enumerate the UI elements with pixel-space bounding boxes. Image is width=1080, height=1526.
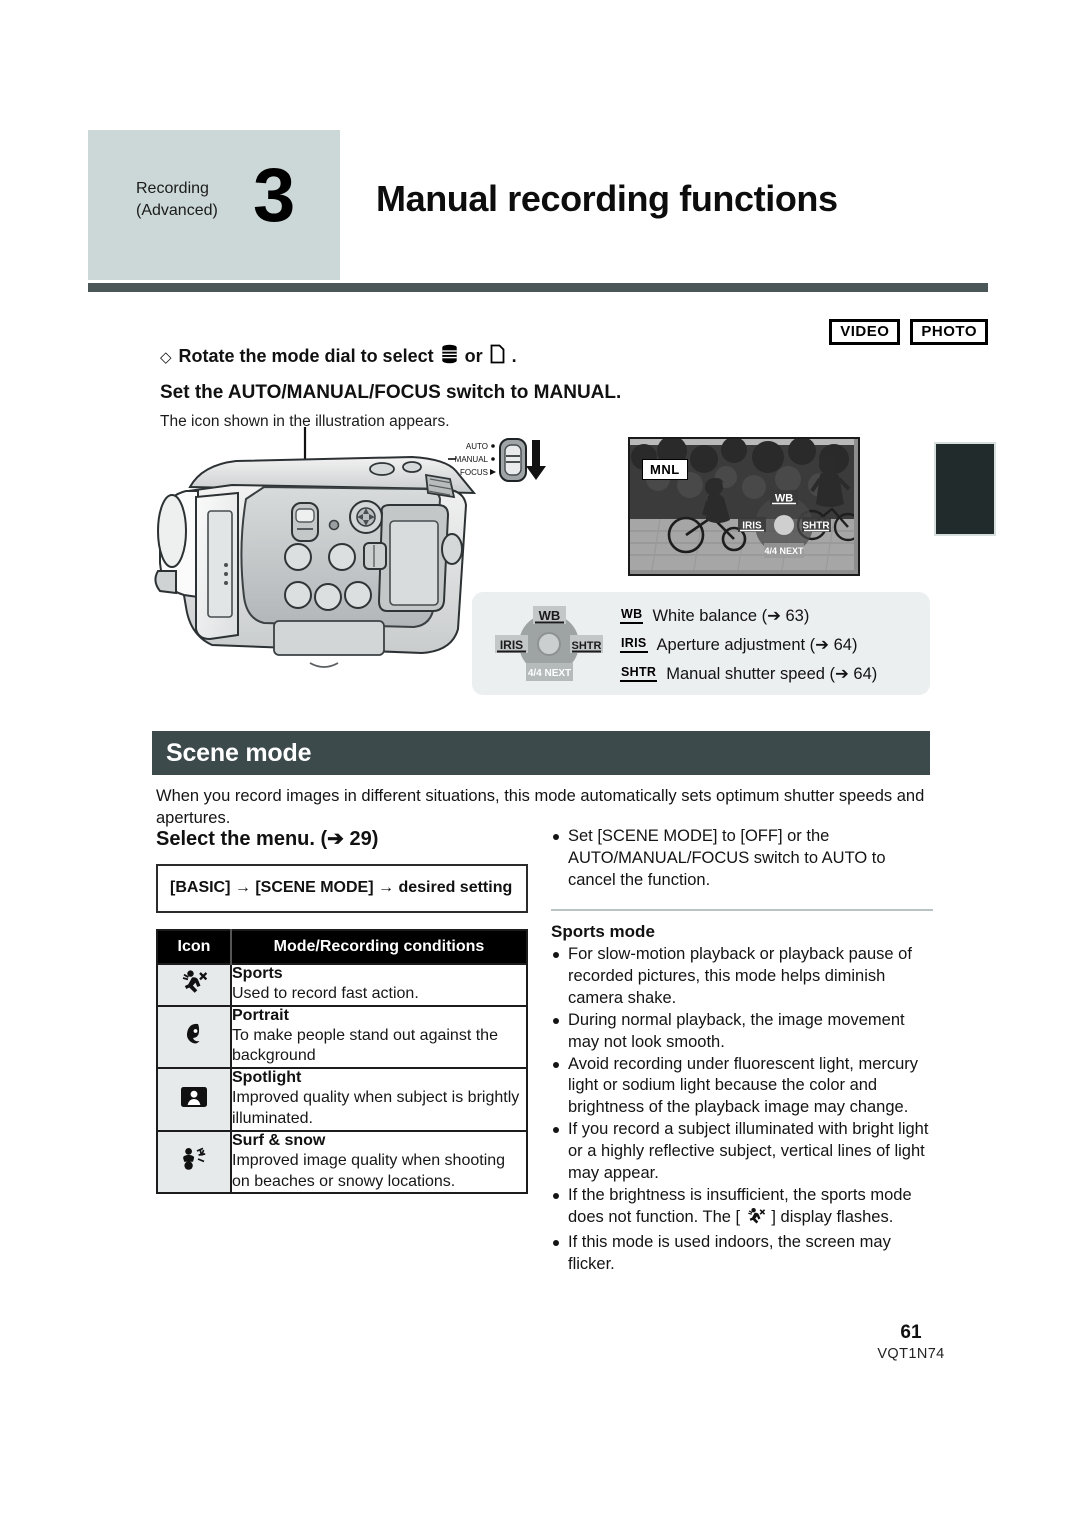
scene-icon-cell <box>157 1067 232 1131</box>
table-row: Spotlight Improved quality when subject … <box>157 1067 527 1131</box>
mode-badges: VIDEO PHOTO <box>829 319 988 346</box>
sports-mode-heading: Sports mode <box>551 921 655 941</box>
menu-path-box: [BASIC] → [SCENE MODE] → desired setting <box>156 864 528 913</box>
legend-pad-right-label: SHTR <box>572 640 602 652</box>
legend-item-aperture: IRIS Aperture adjustment (➔ 64) <box>620 631 877 659</box>
header-divider <box>88 283 988 292</box>
table-row: Portrait To make people stand out agains… <box>157 1004 527 1069</box>
switch-label-manual: MANUAL <box>455 455 489 464</box>
scene-mode-heading: Scene mode <box>166 739 312 767</box>
list-item-brightness: If the brightness is insufficient, the s… <box>551 1185 933 1232</box>
list-item: Set [SCENE MODE] to [OFF] or the AUTO/MA… <box>551 826 933 892</box>
rotate-dial-or: or <box>464 346 483 366</box>
rotate-dial-suffix: . <box>511 346 517 366</box>
diamond-bullet-icon: ◇ <box>160 348 172 366</box>
scene-body-cell: Surf & snow Improved image quality when … <box>231 1129 527 1194</box>
surf-snow-icon <box>183 1147 206 1170</box>
rotate-dial-line: ◇ Rotate the mode dial to select or . <box>160 344 930 369</box>
left-column: Select the menu. (➔ 29) [BASIC] → [SCENE… <box>156 826 528 1195</box>
manual-page: Recording (Advanced) 3 Manual recording … <box>0 0 1080 1526</box>
chapter-number: 3 <box>253 153 296 238</box>
scene-mode-desc: Improved image quality when shooting on … <box>232 1151 506 1190</box>
badge-photo: PHOTO <box>910 319 988 346</box>
lcd-screen: MNL WB IRIS SHTR 4/4 NEXT <box>628 437 860 576</box>
shtr-badge-icon: SHTR <box>620 666 658 682</box>
auto-manual-focus-switch-callout: AUTO MANUAL FOCUS <box>448 436 548 488</box>
legend-items: WB White balance (➔ 63) IRIS Aperture ad… <box>620 602 877 689</box>
legend-item-label: Aperture adjustment (➔ 64) <box>656 636 858 654</box>
iris-badge-icon: IRIS <box>620 637 648 653</box>
page-edge-tab <box>934 442 996 536</box>
switch-label-auto: AUTO <box>466 442 488 451</box>
lcd-preview: MNL WB IRIS SHTR 4/4 NEXT <box>628 437 860 576</box>
joystick-legend-panel: WB IRIS SHTR 4/4 NEXT WB White balance (… <box>472 592 930 695</box>
sports-runner-icon <box>182 970 208 993</box>
scene-body-cell: Portrait To make people stand out agains… <box>231 1004 527 1069</box>
lcd-pad-down-label: 4/4 NEXT <box>764 546 804 556</box>
scene-mode-name: Portrait <box>232 1006 289 1024</box>
brightness-text-b: ] display flashes. <box>771 1208 894 1227</box>
page-title: Manual recording functions <box>376 178 838 219</box>
mnl-indicator: MNL <box>642 459 688 480</box>
list-item: During normal playback, the image moveme… <box>551 1010 933 1054</box>
scene-mode-desc: Used to record fast action. <box>232 984 419 1002</box>
legend-pad-up-label: WB <box>539 608 561 623</box>
column-header-mode: Mode/Recording conditions <box>231 929 527 964</box>
chapter-kicker-line1: Recording <box>136 180 209 197</box>
list-item: If you record a subject illuminated with… <box>551 1119 933 1185</box>
legend-joystick-diagram: WB IRIS SHTR 4/4 NEXT <box>494 604 604 684</box>
scene-mode-name: Sports <box>232 964 283 982</box>
scene-icon-cell <box>157 1129 232 1194</box>
legend-item-shutter: SHTR Manual shutter speed (➔ 64) <box>620 660 877 688</box>
page-number: 61 <box>900 1322 922 1343</box>
spotlight-icon <box>181 1086 207 1107</box>
scene-mode-desc: Improved quality when subject is brightl… <box>232 1089 520 1127</box>
scene-mode-desc: To make people stand out against the bac… <box>232 1026 498 1065</box>
legend-pad-down-label: 4/4 NEXT <box>528 668 571 679</box>
list-item: For slow-motion playback or playback pau… <box>551 944 933 1010</box>
section-divider <box>551 908 933 911</box>
scene-body-cell: Spotlight Improved quality when subject … <box>231 1067 527 1131</box>
legend-pad-left-label: IRIS <box>500 638 523 652</box>
chapter-header: Recording (Advanced) 3 Manual recording … <box>88 130 988 280</box>
legend-item-label: White balance (➔ 63) <box>652 607 810 625</box>
legend-item-label: Manual shutter speed (➔ 64) <box>666 665 878 683</box>
scene-mode-description: When you record images in different situ… <box>156 787 925 827</box>
column-header-icon: Icon <box>157 929 232 964</box>
scene-mode-section-banner: Scene mode <box>152 731 930 775</box>
table-row: Surf & snow Improved image quality when … <box>157 1129 527 1194</box>
lcd-joystick-overlay: WB IRIS SHTR 4/4 NEXT <box>736 489 832 561</box>
chapter-kicker: Recording (Advanced) <box>136 178 246 221</box>
list-item: Avoid recording under fluorescent light,… <box>551 1054 933 1120</box>
document-code: VQT1N74 <box>877 1346 945 1362</box>
scene-mode-name: Surf & snow <box>232 1131 326 1149</box>
video-disc-icon <box>441 344 458 369</box>
switch-label-focus: FOCUS <box>460 468 488 477</box>
scene-body-cell: Sports Used to record fast action. <box>231 962 527 1006</box>
sports-runner-icon <box>747 1207 765 1232</box>
badge-video: VIDEO <box>829 319 901 346</box>
table-header-row: Icon Mode/Recording conditions <box>157 929 527 964</box>
scene-icon-cell <box>157 962 232 1006</box>
portrait-face-icon <box>186 1024 200 1044</box>
cancel-notes-list: Set [SCENE MODE] to [OFF] or the AUTO/MA… <box>551 826 933 892</box>
wb-badge-icon: WB <box>620 608 644 624</box>
scene-icon-cell <box>157 1004 232 1069</box>
list-item: If this mode is used indoors, the screen… <box>551 1232 933 1276</box>
scene-mode-name: Spotlight <box>232 1069 302 1087</box>
scene-mode-table: Icon Mode/Recording conditions Sports Us… <box>156 928 528 1195</box>
sports-mode-notes-list: For slow-motion playback or playback pau… <box>551 944 933 1276</box>
intro-instructions: ◇ Rotate the mode dial to select or . Se… <box>160 344 930 431</box>
set-switch-heading: Set the AUTO/MANUAL/FOCUS switch to MANU… <box>160 382 622 403</box>
legend-item-white-balance: WB White balance (➔ 63) <box>620 602 877 630</box>
chapter-kicker-line2: (Advanced) <box>136 201 218 219</box>
photo-card-icon <box>490 344 505 369</box>
select-menu-heading: Select the menu. (➔ 29) <box>156 828 379 850</box>
rotate-dial-text: Rotate the mode dial to select <box>178 346 434 366</box>
right-column: Set [SCENE MODE] to [OFF] or the AUTO/MA… <box>551 826 933 1276</box>
table-row: Sports Used to record fast action. <box>157 962 527 1006</box>
